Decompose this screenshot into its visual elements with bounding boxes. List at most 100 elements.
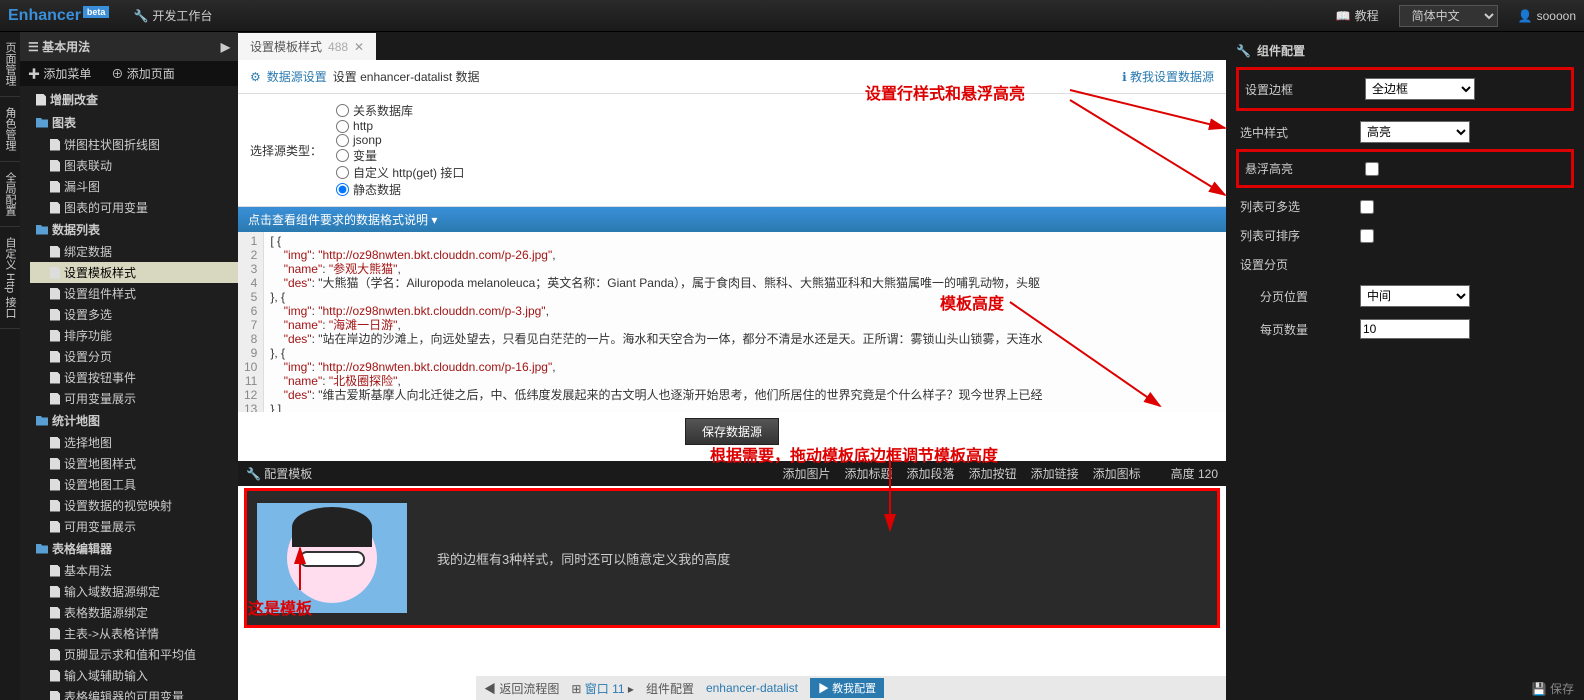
tree-item[interactable]: 设置多选 xyxy=(30,304,238,325)
tree-item[interactable]: 设置数据的视觉映射 xyxy=(30,495,238,516)
tree-item[interactable]: 图表的可用变量 xyxy=(30,197,238,218)
window-link[interactable]: 窗口 11 xyxy=(585,682,625,696)
tree-item[interactable]: 表格数据源绑定 xyxy=(30,602,238,623)
source-radio[interactable]: jsonp xyxy=(336,133,464,147)
file-icon xyxy=(50,586,60,598)
tree-item[interactable]: 设置地图样式 xyxy=(30,453,238,474)
template-image[interactable] xyxy=(257,503,407,613)
file-icon xyxy=(50,521,60,533)
file-icon xyxy=(50,372,60,384)
tree-item[interactable]: 设置分页 xyxy=(30,346,238,367)
tree-item[interactable]: 选择地图 xyxy=(30,432,238,453)
tree-item[interactable]: 漏斗图 xyxy=(30,176,238,197)
comp-name-link[interactable]: enhancer-datalist xyxy=(706,681,798,695)
tree-group[interactable]: 数据列表 xyxy=(30,218,238,241)
file-icon xyxy=(50,437,60,449)
prop-label: 分页位置 xyxy=(1240,288,1350,305)
tree-item[interactable]: 排序功能 xyxy=(30,325,238,346)
template-action[interactable]: 添加标题 xyxy=(845,467,893,481)
source-type-label: 选择源类型： xyxy=(250,142,322,159)
tree-item[interactable]: 输入域辅助输入 xyxy=(30,665,238,686)
template-action[interactable]: 添加段落 xyxy=(907,467,955,481)
tree-item[interactable]: 图表联动 xyxy=(30,155,238,176)
prop-select[interactable]: 高亮无 xyxy=(1360,121,1470,143)
tree-item[interactable]: 输入域数据源绑定 xyxy=(30,581,238,602)
tutorial-link[interactable]: 📖教程 xyxy=(1336,7,1379,24)
code-content[interactable]: [ { "img": "http://oz98nwten.bkt.clouddn… xyxy=(264,232,1048,412)
prop-checkbox[interactable] xyxy=(1360,200,1374,214)
user-menu[interactable]: 👤soooon xyxy=(1518,9,1576,23)
tree-item[interactable]: 可用变量展示 xyxy=(30,516,238,537)
user-icon: 👤 xyxy=(1518,9,1533,23)
template-action[interactable]: 添加图标 xyxy=(1093,467,1141,481)
prop-checkbox[interactable] xyxy=(1360,229,1374,243)
prop-row: 设置边框全边框上边框无边框 xyxy=(1241,72,1569,106)
prop-label: 列表可多选 xyxy=(1240,198,1350,215)
template-action[interactable]: 添加链接 xyxy=(1031,467,1079,481)
config-template[interactable]: 🔧 配置模板 xyxy=(246,465,312,482)
help-link[interactable]: ℹ 教我设置数据源 xyxy=(1122,68,1214,85)
folder-icon xyxy=(36,416,48,426)
vtab-page-mgmt[interactable]: 页面管理 xyxy=(0,32,20,97)
comp-config-label: 组件配置 xyxy=(646,680,694,697)
tree-group[interactable]: 统计地图 xyxy=(30,409,238,432)
format-help-bar[interactable]: 点击查看组件要求的数据格式说明 ▾ xyxy=(238,207,1226,232)
source-radio[interactable]: 变量 xyxy=(336,147,464,164)
tree-item[interactable]: 可用变量展示 xyxy=(30,388,238,409)
prop-row: 分页位置中间左右 xyxy=(1236,279,1574,313)
tree-item[interactable]: 设置模板样式 xyxy=(30,262,238,283)
tree-group[interactable]: 增删改查 xyxy=(30,88,238,111)
sidebar-toggle-icon[interactable]: ▶ xyxy=(221,40,230,54)
tree-item[interactable]: 设置按钮事件 xyxy=(30,367,238,388)
file-icon xyxy=(50,309,60,321)
template-action[interactable]: 添加图片 xyxy=(783,467,831,481)
tree-item[interactable]: 饼图柱状图折线图 xyxy=(30,134,238,155)
file-icon xyxy=(50,691,60,700)
template-height-label: 高度 120 xyxy=(1171,465,1218,482)
prop-select[interactable]: 全边框上边框无边框 xyxy=(1365,78,1475,100)
crumb-datasource[interactable]: 数据源设置 xyxy=(267,68,327,85)
file-icon xyxy=(50,139,60,151)
tree-group[interactable]: 图表 xyxy=(30,111,238,134)
tree-item[interactable]: 基本用法 xyxy=(30,560,238,581)
save-button[interactable]: 保存数据源 xyxy=(685,418,779,445)
tree-item[interactable]: 设置组件样式 xyxy=(30,283,238,304)
file-icon xyxy=(50,351,60,363)
back-link[interactable]: ◀ 返回流程图 xyxy=(484,680,559,697)
source-radio[interactable]: http xyxy=(336,119,464,133)
prop-row: 选中样式高亮无 xyxy=(1236,115,1574,149)
tab-close-icon[interactable]: ✕ xyxy=(354,40,364,54)
tree-group[interactable]: 表格编辑器 xyxy=(30,537,238,560)
language-select[interactable]: 简体中文 xyxy=(1399,5,1498,27)
prop-checkbox[interactable] xyxy=(1365,162,1379,176)
vtab-global-config[interactable]: 全局配置 xyxy=(0,162,20,227)
breadcrumb: ⚙ 数据源设置 设置 enhancer-datalist 数据 ℹ 教我设置数据… xyxy=(238,60,1226,94)
teach-button[interactable]: ▶ 教我配置 xyxy=(810,678,884,698)
vtab-role-mgmt[interactable]: 角色管理 xyxy=(0,97,20,162)
file-icon xyxy=(50,565,60,577)
prop-row: 设置分页 xyxy=(1236,250,1574,279)
source-radio[interactable]: 静态数据 xyxy=(336,181,464,198)
code-editor[interactable]: 12345678910111213 [ { "img": "http://oz9… xyxy=(238,232,1226,412)
tree-item[interactable]: 设置地图工具 xyxy=(30,474,238,495)
tree-item[interactable]: 主表->从表格详情 xyxy=(30,623,238,644)
file-icon xyxy=(50,500,60,512)
source-radio[interactable]: 关系数据库 xyxy=(336,102,464,119)
add-page-button[interactable]: ⊕ 添加页面 xyxy=(111,65,174,82)
vertical-tabs: 页面管理 角色管理 全局配置 自定义 Http 接口 xyxy=(0,32,20,700)
file-icon xyxy=(50,181,60,193)
sidebar-title: ☰ 基本用法▶ xyxy=(20,32,238,61)
tab-current[interactable]: 设置模板样式 488 ✕ xyxy=(238,33,376,60)
prop-input[interactable] xyxy=(1360,319,1470,339)
tree-item[interactable]: 表格编辑器的可用变量 xyxy=(30,686,238,700)
vtab-http-api[interactable]: 自定义 Http 接口 xyxy=(0,227,20,329)
tree-item[interactable]: 页脚显示求和值和平均值 xyxy=(30,644,238,665)
prop-select[interactable]: 中间左右 xyxy=(1360,285,1470,307)
dev-workbench-link[interactable]: 🔧开发工作台 xyxy=(133,7,212,24)
source-radio[interactable]: 自定义 http(get) 接口 xyxy=(336,164,464,181)
template-action[interactable]: 添加按钮 xyxy=(969,467,1017,481)
add-menu-button[interactable]: ✚ 添加菜单 xyxy=(28,65,91,82)
template-preview[interactable]: 我的边框有3种样式，同时还可以随意定义我的高度 xyxy=(244,488,1220,628)
tree-item[interactable]: 绑定数据 xyxy=(30,241,238,262)
right-panel: 🔧 组件配置 设置边框全边框上边框无边框选中样式高亮无悬浮高亮列表可多选列表可排… xyxy=(1226,32,1584,700)
